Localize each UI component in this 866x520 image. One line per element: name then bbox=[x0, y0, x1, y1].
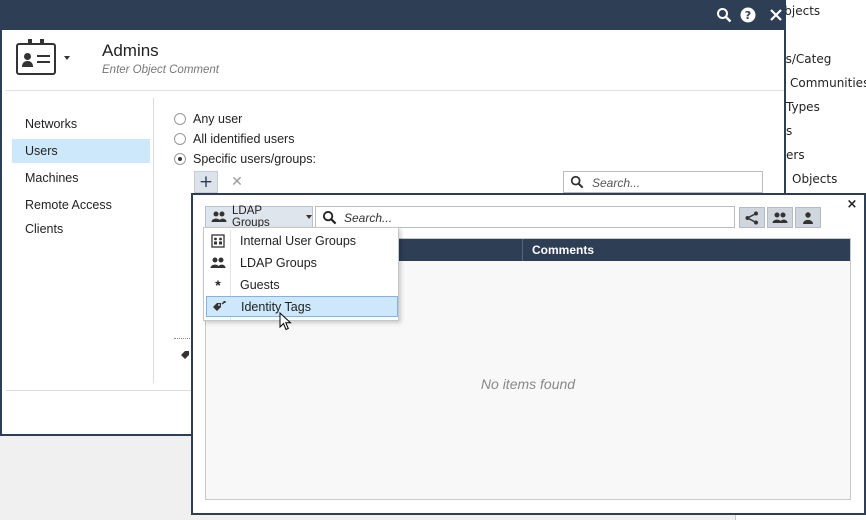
dialog-titlebar: ? bbox=[2, 0, 786, 30]
column-header-comments[interactable]: Comments bbox=[532, 243, 594, 257]
object-type-menu: Internal User Groups LDAP Groups * Guest… bbox=[203, 227, 399, 321]
user-filter-button[interactable] bbox=[795, 207, 821, 228]
radio-any-user[interactable]: Any user bbox=[174, 112, 242, 126]
object-type-dropdown[interactable]: LDAP Groups bbox=[205, 205, 313, 229]
remove-button[interactable]: ✕ bbox=[229, 172, 245, 192]
bg-list-item[interactable]: Communities bbox=[790, 76, 866, 90]
search-placeholder: Search... bbox=[344, 211, 393, 225]
menu-item-label: Identity Tags bbox=[241, 299, 311, 314]
search-icon[interactable] bbox=[714, 5, 734, 25]
menu-item-internal-user-groups[interactable]: Internal User Groups bbox=[206, 230, 398, 251]
object-comment-field[interactable]: Enter Object Comment bbox=[102, 64, 219, 76]
chevron-down-icon[interactable] bbox=[64, 56, 70, 60]
radio-button[interactable] bbox=[174, 113, 186, 125]
divider bbox=[6, 90, 784, 91]
search-icon bbox=[570, 175, 584, 192]
menu-item-identity-tags[interactable]: Identity Tags bbox=[206, 296, 398, 317]
divider bbox=[153, 98, 154, 383]
radio-button[interactable] bbox=[174, 153, 186, 165]
sidebar-item-machines[interactable]: Machines bbox=[12, 166, 150, 190]
menu-item-label: LDAP Groups bbox=[240, 255, 317, 270]
radio-label: Any user bbox=[193, 112, 243, 126]
picker-search-input[interactable]: Search... bbox=[315, 206, 735, 228]
sidebar-item-remote-access-clients[interactable]: Remote Access Clients bbox=[12, 193, 150, 236]
share-filter-button[interactable] bbox=[739, 207, 765, 228]
search-placeholder: Search... bbox=[592, 176, 641, 190]
sidebar-item-users[interactable]: Users bbox=[12, 139, 150, 163]
bg-list-item[interactable]: Objects bbox=[792, 172, 837, 186]
search-input[interactable]: Search... bbox=[563, 171, 763, 193]
asterisk-icon: * bbox=[215, 276, 221, 293]
menu-item-label: Internal User Groups bbox=[240, 233, 357, 248]
tag-icon[interactable] bbox=[180, 349, 190, 359]
bg-list-item[interactable]: s bbox=[786, 124, 792, 138]
radio-all-identified-users[interactable]: All identified users bbox=[174, 132, 294, 146]
bg-list-item[interactable]: Types bbox=[786, 100, 820, 114]
bg-list-item[interactable]: ers bbox=[786, 148, 805, 162]
help-icon[interactable]: ? bbox=[738, 5, 758, 25]
radio-specific-users-groups[interactable]: Specific users/groups: bbox=[174, 152, 316, 166]
chevron-down-icon bbox=[306, 215, 312, 219]
column-divider[interactable] bbox=[522, 239, 523, 261]
mouse-pointer-icon bbox=[279, 311, 292, 335]
svg-text:?: ? bbox=[745, 9, 751, 22]
menu-item-ldap-groups[interactable]: LDAP Groups bbox=[206, 252, 398, 273]
share-icon bbox=[745, 211, 759, 225]
ldap-groups-icon bbox=[206, 257, 230, 269]
tag-icon bbox=[207, 300, 231, 313]
user-icon bbox=[802, 211, 814, 224]
groups-filter-button[interactable] bbox=[767, 207, 793, 228]
radio-label: Specific users/groups: bbox=[193, 152, 316, 166]
close-icon[interactable]: × bbox=[846, 197, 858, 212]
internal-groups-icon bbox=[206, 233, 230, 248]
groups-icon bbox=[772, 212, 788, 224]
divider bbox=[174, 338, 192, 339]
sidebar-item-networks[interactable]: Networks bbox=[12, 112, 150, 136]
object-type-label: LDAP Groups bbox=[232, 205, 270, 229]
radio-label: All identified users bbox=[193, 132, 295, 146]
menu-item-label: Guests bbox=[240, 277, 280, 292]
ldap-groups-icon bbox=[211, 211, 227, 223]
add-button[interactable]: + bbox=[194, 171, 218, 193]
radio-button[interactable] bbox=[174, 133, 186, 145]
menu-item-guests[interactable]: * Guests bbox=[206, 274, 398, 295]
object-name[interactable]: Admins bbox=[102, 41, 159, 61]
user-group-id-card-icon[interactable] bbox=[16, 39, 56, 75]
sidebar-nav: Networks Users Machines Remote Access Cl… bbox=[12, 112, 150, 236]
close-icon[interactable] bbox=[766, 5, 786, 25]
search-icon bbox=[322, 210, 337, 228]
empty-state-message: No items found bbox=[480, 376, 576, 392]
